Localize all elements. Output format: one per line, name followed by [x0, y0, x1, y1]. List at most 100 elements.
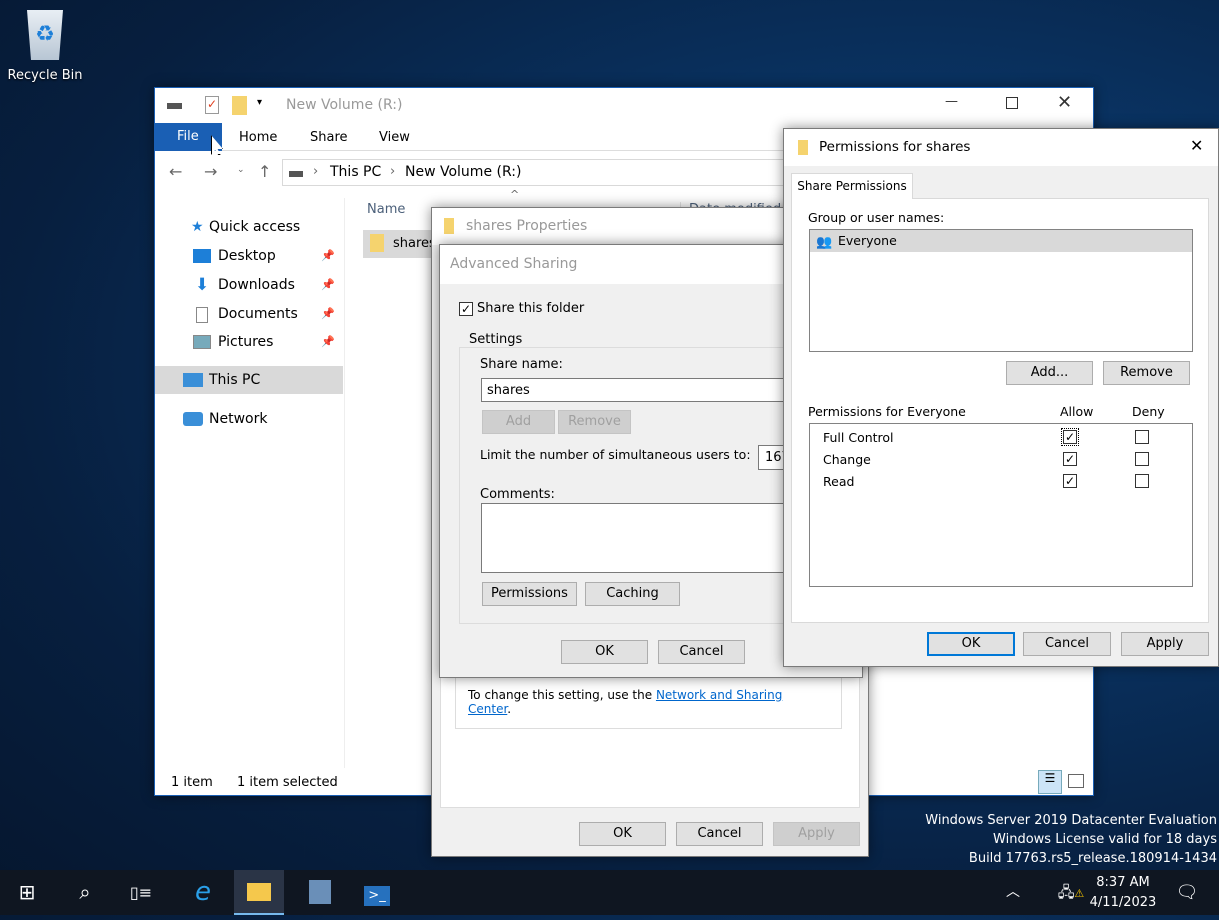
cancel-button[interactable]: Cancel: [658, 640, 745, 664]
ok-button[interactable]: OK: [579, 822, 666, 846]
task-view-button[interactable]: ▯≡: [116, 870, 166, 915]
allow-checkbox[interactable]: ✓: [1063, 452, 1077, 466]
download-icon: ⬇: [195, 275, 210, 295]
user-item[interactable]: 👥 Everyone: [810, 230, 1192, 252]
up-button[interactable]: ↑: [258, 162, 271, 181]
add-button[interactable]: Add...: [1006, 361, 1093, 385]
drive-icon: [289, 171, 303, 177]
tab-home[interactable]: Home: [239, 130, 277, 145]
chevron-up-icon: ︿: [1006, 884, 1020, 900]
navigation-pane: ★ Quick access Desktop 📌 ⬇ Downloads 📌 Docum…: [155, 198, 345, 768]
close-button[interactable]: ✕: [1190, 136, 1203, 155]
deny-checkbox[interactable]: [1135, 474, 1149, 488]
maximize-button[interactable]: [1006, 97, 1018, 109]
nav-desktop[interactable]: Desktop 📌: [155, 242, 343, 270]
recycle-bin[interactable]: ♻ Recycle Bin: [4, 6, 86, 86]
add-button[interactable]: Add: [482, 410, 555, 434]
share-folder-checkbox[interactable]: ✓: [459, 302, 473, 316]
windows-icon: ⊞: [18, 880, 36, 904]
clock[interactable]: 8:37 AM 4/11/2023: [1088, 873, 1158, 913]
search-button[interactable]: ⌕: [60, 870, 110, 915]
remove-button[interactable]: Remove: [1103, 361, 1190, 385]
settings-group-label: Settings: [467, 332, 525, 347]
nav-label: This PC: [209, 372, 261, 388]
tab-share-permissions[interactable]: Share Permissions: [791, 173, 913, 199]
file-name: shares: [393, 236, 436, 251]
permission-name: Full Control: [823, 430, 894, 445]
clock-time: 8:37 AM: [1096, 875, 1150, 890]
permissions-dialog: Permissions for shares ✕ Share Permissio…: [783, 128, 1219, 667]
pin-icon: 📌: [321, 335, 335, 348]
apply-button[interactable]: Apply: [1121, 632, 1209, 656]
breadcrumb-separator: ›: [313, 164, 319, 179]
back-button[interactable]: ←: [169, 162, 182, 181]
cancel-button[interactable]: Cancel: [1023, 632, 1111, 656]
nav-label: Downloads: [218, 277, 295, 293]
status-item-count: 1 item: [171, 775, 213, 790]
tab-view[interactable]: View: [379, 130, 410, 145]
limit-users-label: Limit the number of simultaneous users t…: [480, 447, 751, 462]
drive-icon: [167, 103, 182, 109]
properties-icon[interactable]: ✓: [205, 96, 219, 114]
start-button[interactable]: ⊞: [2, 870, 52, 915]
permission-name: Change: [823, 452, 871, 467]
nav-quick-access[interactable]: ★ Quick access: [155, 213, 343, 241]
pin-icon: 📌: [321, 307, 335, 320]
new-folder-icon[interactable]: [232, 96, 247, 115]
details-view-button[interactable]: ☰: [1038, 770, 1062, 794]
internet-explorer-icon: e: [195, 877, 211, 907]
permissions-button[interactable]: Permissions: [482, 582, 577, 606]
folder-icon: [798, 140, 808, 155]
forward-button[interactable]: →: [204, 162, 217, 181]
remove-button[interactable]: Remove: [558, 410, 631, 434]
internet-explorer-button[interactable]: e: [178, 870, 228, 915]
recycle-bin-icon: ♻: [27, 10, 63, 60]
ok-button[interactable]: OK: [561, 640, 648, 664]
recent-locations-button[interactable]: ⌄: [237, 165, 245, 175]
minimize-button[interactable]: —: [945, 94, 965, 109]
nav-documents[interactable]: Documents 📌: [155, 300, 343, 328]
file-explorer-button[interactable]: [234, 870, 284, 915]
share-folder-label[interactable]: Share this folder: [477, 301, 584, 316]
user-list[interactable]: 👥 Everyone: [809, 229, 1193, 352]
apply-button[interactable]: Apply: [773, 822, 860, 846]
cancel-button[interactable]: Cancel: [676, 822, 763, 846]
nav-label: Documents: [218, 306, 298, 322]
folder-icon: [444, 218, 454, 234]
task-view-icon: ▯≡: [129, 883, 153, 902]
deny-checkbox[interactable]: [1135, 452, 1149, 466]
dialog-title: Advanced Sharing: [450, 256, 578, 272]
breadcrumb-new-volume[interactable]: New Volume (R:): [405, 164, 521, 180]
nav-this-pc[interactable]: This PC: [155, 366, 343, 394]
powershell-button[interactable]: >_: [352, 870, 402, 915]
nav-network[interactable]: Network: [155, 405, 343, 433]
pin-icon: 📌: [321, 278, 335, 291]
user-name: Everyone: [838, 233, 897, 248]
caching-button[interactable]: Caching: [585, 582, 680, 606]
large-icons-view-button[interactable]: [1068, 774, 1084, 788]
search-icon: ⌕: [79, 880, 91, 904]
column-name[interactable]: Name: [367, 202, 405, 217]
window-title: New Volume (R:): [286, 97, 403, 113]
action-center-button[interactable]: 🗨: [1162, 870, 1212, 915]
server-manager-button[interactable]: [295, 870, 345, 915]
allow-checkbox[interactable]: ✓: [1063, 474, 1077, 488]
permissions-list: [809, 423, 1193, 587]
close-button[interactable]: ✕: [1057, 92, 1072, 113]
ok-button[interactable]: OK: [927, 632, 1015, 656]
title-bar: ✓ ▾ New Volume (R:) — ✕: [155, 88, 1093, 123]
permissions-label: Permissions for Everyone: [808, 404, 966, 419]
nav-pictures[interactable]: Pictures 📌: [155, 328, 343, 356]
breadcrumb-separator: ›: [390, 164, 396, 179]
server-manager-icon: [309, 880, 331, 904]
customize-qat-icon[interactable]: ▾: [257, 97, 262, 108]
nav-downloads[interactable]: ⬇ Downloads 📌: [155, 271, 343, 299]
deny-checkbox[interactable]: [1135, 430, 1149, 444]
allow-checkbox[interactable]: ✓: [1061, 428, 1079, 446]
computer-icon: [183, 373, 203, 387]
tab-share[interactable]: Share: [310, 130, 348, 145]
users-icon: 👥: [816, 235, 833, 250]
title-bar: Permissions for shares ✕: [784, 129, 1218, 166]
breadcrumb-this-pc[interactable]: This PC: [330, 164, 381, 180]
show-hidden-icons-button[interactable]: ︿: [988, 870, 1038, 915]
